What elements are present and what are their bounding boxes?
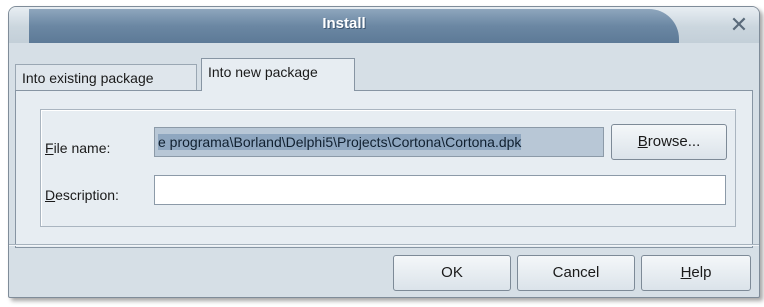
footer-separator — [9, 244, 759, 246]
description-mnemonic: D — [45, 187, 56, 203]
file-name-field[interactable]: e programa\Borland\Delphi5\Projects\Cort… — [154, 127, 604, 157]
install-dialog: Install ✕ Into existing package Into new… — [8, 6, 760, 298]
tab-into-new-package[interactable]: Into new package — [201, 58, 355, 91]
file-name-label: File name: — [45, 140, 110, 156]
tab-into-existing-package[interactable]: Into existing package — [15, 64, 197, 91]
file-name-label-text: ile name: — [53, 140, 111, 156]
help-button[interactable]: Help — [641, 255, 751, 291]
tab-panel-new-package — [15, 90, 753, 248]
description-field[interactable] — [154, 175, 726, 205]
browse-button[interactable]: Browse... — [611, 124, 727, 160]
title-bar[interactable]: Install ✕ — [9, 7, 759, 43]
description-label-text: escription: — [55, 187, 119, 203]
ok-button[interactable]: OK — [393, 255, 511, 291]
file-name-mnemonic: F — [45, 140, 54, 156]
description-label: Description: — [45, 187, 119, 203]
dialog-title: Install — [322, 15, 366, 32]
close-icon[interactable]: ✕ — [727, 13, 751, 37]
file-name-value: e programa\Borland\Delphi5\Projects\Cort… — [158, 134, 522, 150]
browse-mnemonic: B — [637, 133, 648, 150]
browse-label-text: rowse... — [647, 133, 701, 150]
cancel-button[interactable]: Cancel — [517, 255, 635, 291]
help-mnemonic: H — [680, 264, 692, 281]
help-label-text: elp — [691, 264, 712, 281]
